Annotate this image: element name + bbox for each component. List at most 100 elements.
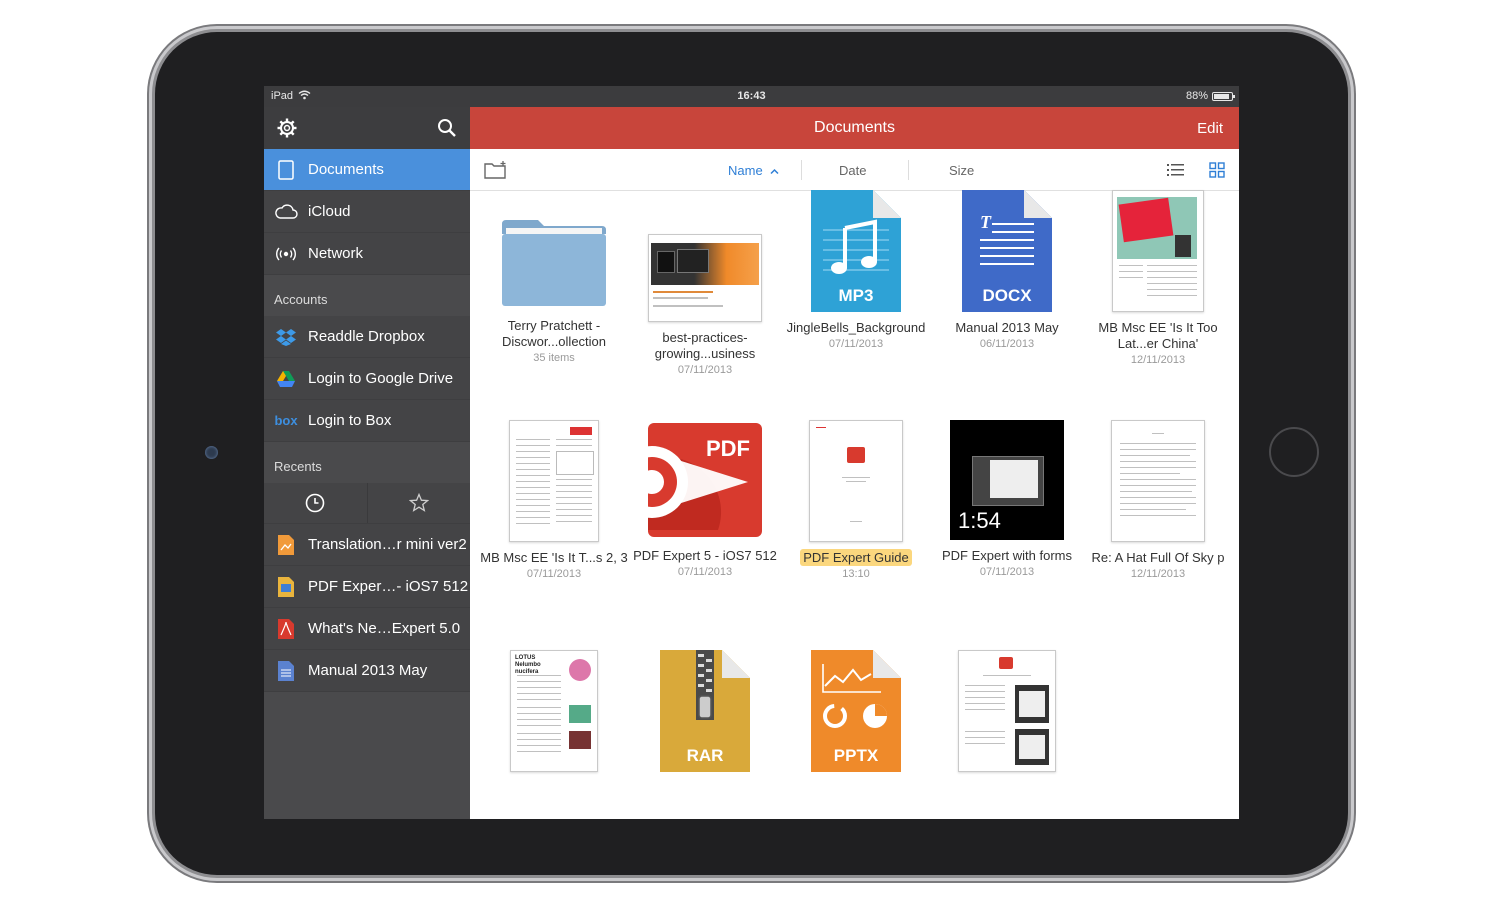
- search-icon[interactable]: [436, 117, 458, 139]
- status-bar: iPad 16:43 88%: [264, 86, 1239, 107]
- file-item-rar[interactable]: RAR: [630, 650, 780, 772]
- file-item-folder[interactable]: Terry Pratchett - Discwor...ollection 35…: [479, 190, 629, 364]
- sort-by-date-button[interactable]: Date: [839, 163, 866, 178]
- recent-item-label: Translation…r mini ver2: [308, 536, 467, 553]
- sidebar-item-dropbox[interactable]: Readdle Dropbox: [264, 316, 470, 358]
- file-item-pptx[interactable]: PPTX: [781, 650, 931, 772]
- doc-title: LOTUS Nelumbo nucifera: [515, 655, 541, 675]
- file-meta: 13:10: [842, 568, 870, 580]
- docx-file-icon: [264, 660, 308, 682]
- sidebar-item-label: Readdle Dropbox: [308, 328, 425, 345]
- file-item-mb-msc-2-3[interactable]: MB Msc EE 'Is It T...s 2, 3 07/11/2013: [479, 420, 629, 580]
- sidebar: Documents iCloud Network Accounts Readdl…: [264, 107, 470, 819]
- pptx-file-icon: PPTX: [811, 650, 901, 772]
- recent-item[interactable]: Manual 2013 May: [264, 650, 470, 692]
- recent-item[interactable]: PDF Exper…- iOS7 512: [264, 566, 470, 608]
- file-meta: 35 items: [533, 352, 575, 364]
- file-name: best-practices-growing...usiness: [654, 330, 756, 361]
- video-thumbnail: 1:54: [950, 420, 1064, 540]
- sort-bar: Name Date Size: [470, 149, 1239, 191]
- sidebar-item-box[interactable]: box Login to Box: [264, 400, 470, 442]
- file-item-mb-msc-china[interactable]: MB Msc EE 'Is It Too Lat...er China' 12/…: [1083, 190, 1233, 366]
- docx-file-icon: T DOCX: [962, 190, 1052, 312]
- file-name: Manual 2013 May: [955, 320, 1059, 335]
- sidebar-item-network[interactable]: Network: [264, 233, 470, 275]
- sort-name-label: Name: [728, 163, 763, 178]
- recent-item[interactable]: What's Ne…Expert 5.0: [264, 608, 470, 650]
- chevron-up-icon: [770, 168, 779, 175]
- file-item-pdf-expert-forms[interactable]: 1:54 PDF Expert with forms 07/11/2013: [932, 420, 1082, 578]
- file-item-whats-new[interactable]: [932, 650, 1082, 772]
- file-name: Re: A Hat Full Of Sky p: [1091, 550, 1225, 565]
- file-item-best-practices[interactable]: best-practices-growing...usiness 07/11/2…: [630, 190, 780, 376]
- file-item-manual[interactable]: T DOCX Manual 2013 May 06/11/2013: [932, 190, 1082, 350]
- file-item-pdf-expert-guide[interactable]: PDF Expert Guide 13:10: [781, 420, 931, 580]
- list-view-icon[interactable]: [1167, 162, 1185, 178]
- sidebar-item-label: iCloud: [308, 203, 351, 220]
- accounts-header: Accounts: [264, 275, 470, 316]
- home-button[interactable]: [1269, 427, 1319, 477]
- guide-thumbnail: [809, 420, 903, 542]
- text-document-thumbnail: [1111, 420, 1205, 542]
- file-meta: 12/11/2013: [1130, 354, 1186, 366]
- screen: iPad 16:43 88% Documents iCloud Network …: [264, 86, 1239, 819]
- edit-button[interactable]: Edit: [1197, 120, 1223, 137]
- recents-tab-favorites[interactable]: [366, 483, 471, 523]
- camera: [205, 446, 218, 459]
- new-folder-icon[interactable]: [484, 160, 508, 180]
- presentation-thumbnail: [648, 234, 762, 322]
- file-type-label: MP3: [838, 286, 874, 305]
- image-file-icon: [264, 534, 308, 556]
- cloud-icon: [264, 203, 308, 220]
- pdf-file-icon: [264, 618, 308, 640]
- sidebar-item-icloud[interactable]: iCloud: [264, 191, 470, 233]
- status-time: 16:43: [737, 90, 766, 102]
- file-item-pdf-expert-5[interactable]: PDF PDF Expert 5 - iOS7 512 07/11/2013: [616, 420, 780, 578]
- recent-item-label: What's Ne…Expert 5.0: [308, 620, 461, 637]
- sort-by-name-button[interactable]: Name: [728, 163, 779, 178]
- sidebar-item-documents[interactable]: Documents: [264, 149, 470, 191]
- file-name-highlighted: PDF Expert Guide: [800, 549, 912, 566]
- file-item-lotus[interactable]: LOTUS Nelumbo nucifera: [479, 650, 629, 772]
- magazine-thumbnail: [1112, 190, 1204, 312]
- rar-file-icon: RAR: [660, 650, 750, 772]
- mp3-file-icon: MP3: [811, 190, 901, 312]
- file-name: MB Msc EE 'Is It T...s 2, 3: [480, 550, 628, 565]
- sidebar-toolbar: [264, 107, 470, 149]
- file-name: PDF Expert 5 - iOS7 512: [633, 548, 777, 563]
- file-meta: 07/11/2013: [828, 338, 884, 350]
- file-item-hat-full-of-sky[interactable]: Re: A Hat Full Of Sky p 12/11/2013: [1083, 420, 1233, 580]
- recent-item-label: Manual 2013 May: [308, 662, 428, 679]
- box-icon: box: [274, 413, 298, 428]
- folder-icon: [498, 190, 610, 310]
- recents-tabs: [264, 483, 470, 524]
- star-icon: [408, 493, 429, 512]
- divider: [801, 160, 802, 180]
- page-title: Documents: [814, 119, 895, 136]
- file-name: Terry Pratchett - Discwor...ollection: [501, 318, 607, 349]
- file-meta: 07/11/2013: [979, 566, 1035, 578]
- sidebar-item-google-drive[interactable]: Login to Google Drive: [264, 358, 470, 400]
- image-file-icon: [264, 576, 308, 598]
- file-meta: 07/11/2013: [677, 364, 733, 376]
- sidebar-item-label: Login to Box: [308, 412, 392, 429]
- sidebar-item-label: Login to Google Drive: [308, 370, 454, 387]
- file-name: PDF Expert with forms: [941, 548, 1073, 563]
- grid-view-icon[interactable]: [1209, 162, 1225, 178]
- google-drive-icon: [264, 370, 308, 388]
- pdf-expert-app-icon: PDF: [616, 420, 762, 540]
- recents-tab-history[interactable]: [264, 483, 367, 523]
- video-duration: 1:54: [958, 508, 1001, 533]
- file-name: PDF Expert Guide: [781, 549, 931, 566]
- file-type-label: RAR: [686, 746, 724, 765]
- document-icon: [264, 159, 308, 180]
- main-area: Documents Edit Name Date Size Terry Prat…: [470, 107, 1239, 819]
- recent-item[interactable]: Translation…r mini ver2: [264, 524, 470, 566]
- sort-by-size-button[interactable]: Size: [949, 163, 974, 178]
- network-icon: [264, 244, 308, 264]
- file-item-jinglebells[interactable]: MP3 JingleBells_Background 07/11/2013: [781, 190, 931, 350]
- file-name: JingleBells_Background: [786, 320, 926, 335]
- gear-icon[interactable]: [276, 117, 298, 139]
- file-meta: 06/11/2013: [979, 338, 1035, 350]
- file-meta: 07/11/2013: [526, 568, 582, 580]
